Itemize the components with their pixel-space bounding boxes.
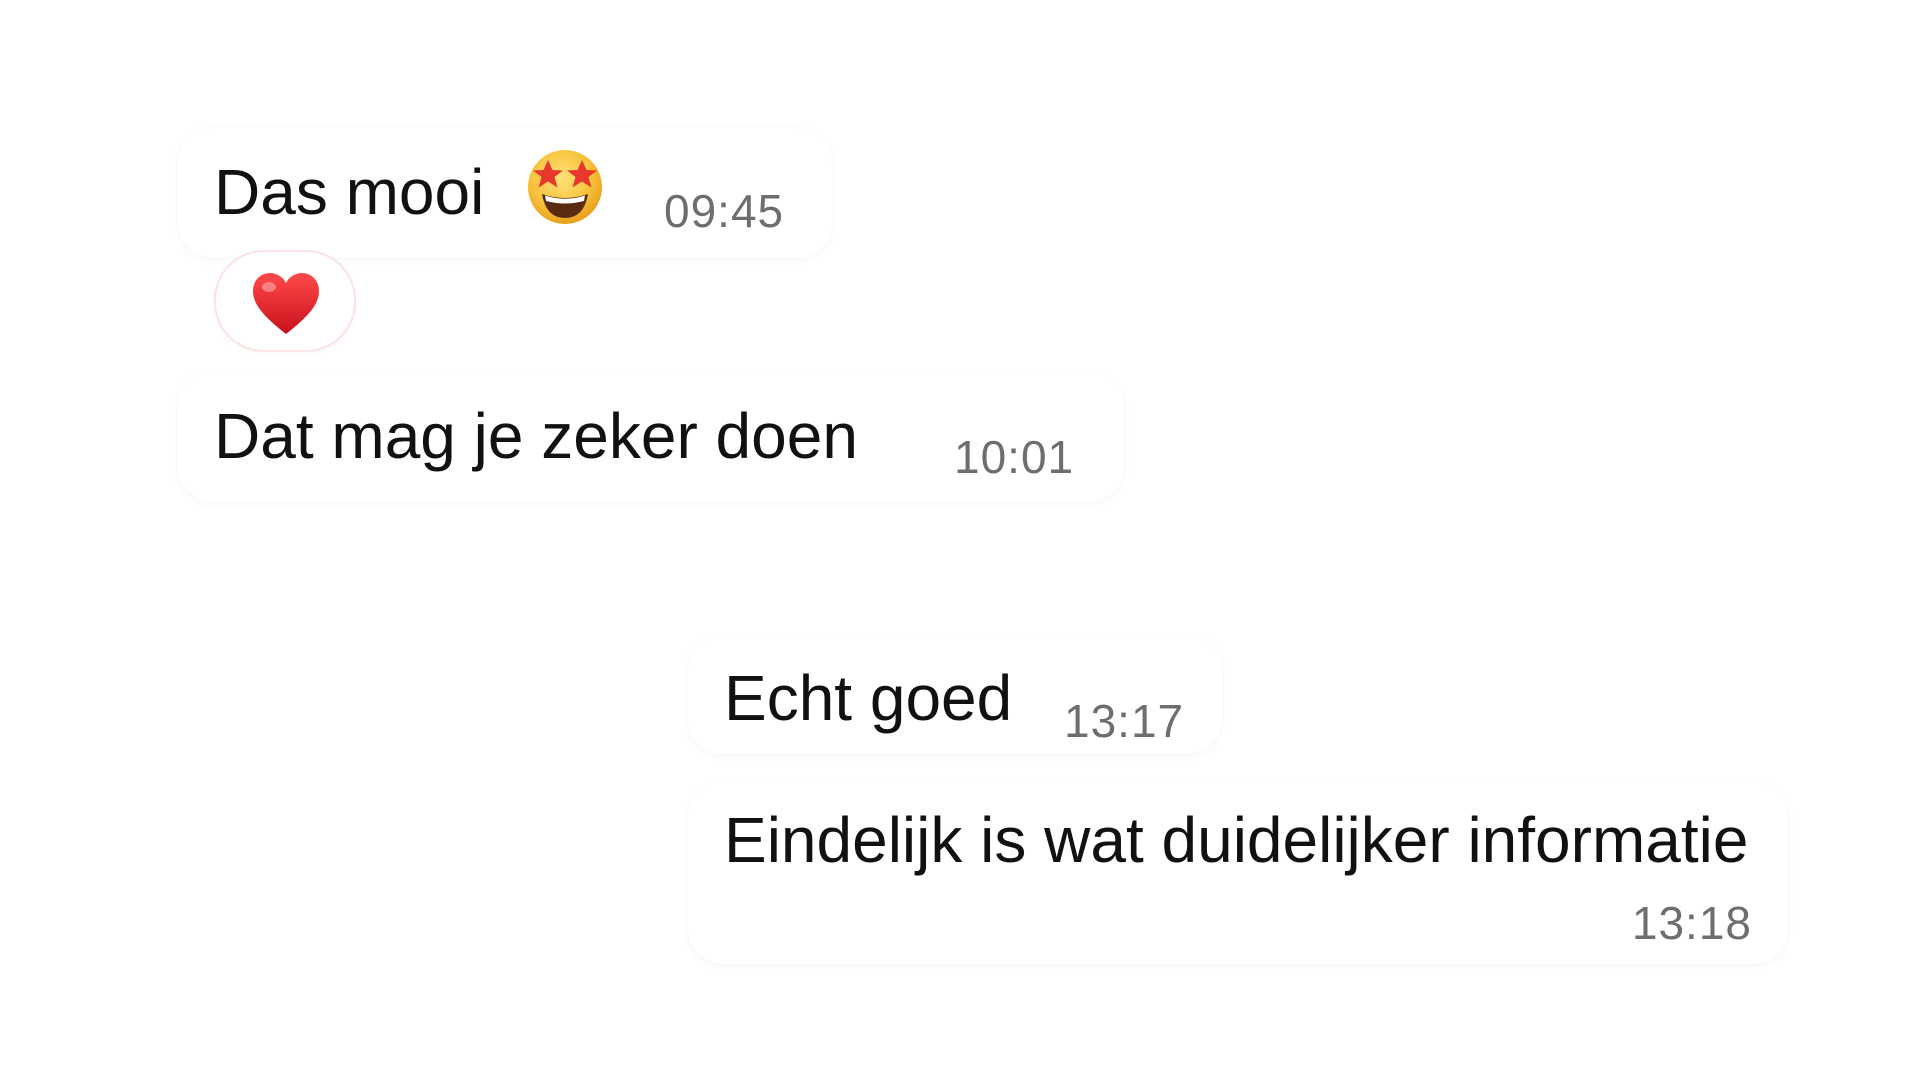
message-text: Eindelijk is wat duidelijker informatie <box>724 804 1749 876</box>
reaction-badge[interactable] <box>214 250 356 352</box>
message-text: Das mooi <box>214 156 485 228</box>
message-bubble-outgoing[interactable]: Echt goed 13:17 <box>688 636 1222 754</box>
message-timestamp: 13:18 <box>1631 897 1752 949</box>
message-timestamp: 09:45 <box>664 185 785 237</box>
message-timestamp: 10:01 <box>954 431 1075 483</box>
message-text: Dat mag je zeker doen <box>214 400 858 472</box>
message-bubble-incoming[interactable]: Dat mag je zeker doen 10:01 <box>178 372 1124 502</box>
star-struck-emoji-icon <box>528 150 602 224</box>
chat-thread: Das mooi 09:45 Dat mag je zeker doen 10:… <box>0 0 1920 1080</box>
message-timestamp: 13:17 <box>1064 695 1185 747</box>
message-text: Echt goed <box>724 662 1013 734</box>
message-bubble-outgoing[interactable]: Eindelijk is wat duidelijker informatie … <box>688 782 1788 964</box>
message-bubble-incoming[interactable]: Das mooi 09:45 <box>178 128 832 258</box>
red-heart-icon <box>253 273 319 334</box>
